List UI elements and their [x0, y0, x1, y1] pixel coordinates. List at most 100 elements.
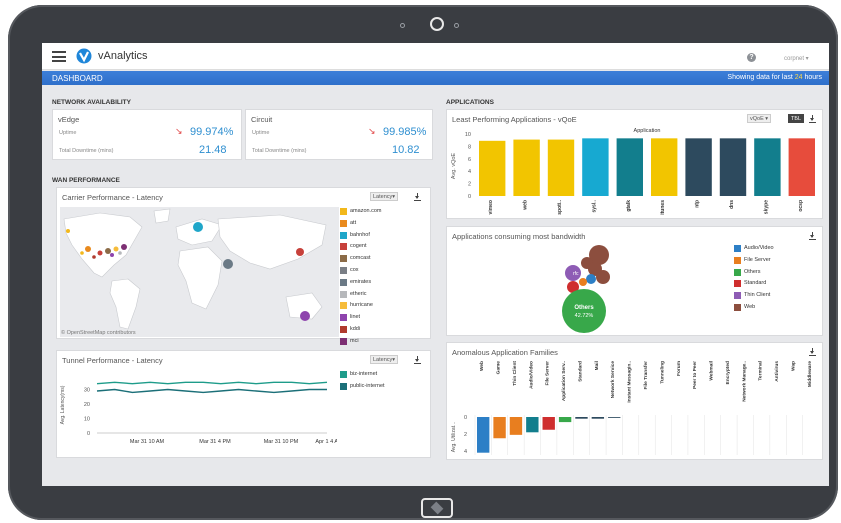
- latency-dropdown[interactable]: Latency▾: [370, 355, 399, 364]
- legend-swatch: [734, 280, 741, 288]
- legend-swatch: [340, 337, 347, 345]
- legend-item[interactable]: etheric: [340, 290, 382, 303]
- map-marker[interactable]: [121, 244, 127, 250]
- legend-swatch: [340, 382, 347, 390]
- bar[interactable]: [719, 138, 747, 196]
- legend-item[interactable]: biz-internet: [340, 371, 385, 383]
- circuit-uptime: 99.985%: [383, 126, 427, 138]
- bar[interactable]: [547, 139, 575, 196]
- map-marker[interactable]: [66, 229, 70, 233]
- legend-label: cogent: [350, 243, 367, 250]
- download-icon[interactable]: [809, 232, 816, 240]
- y-tick-label: 0: [87, 431, 90, 437]
- latency-dropdown[interactable]: Latency▾: [370, 192, 399, 201]
- map-marker[interactable]: [97, 250, 103, 256]
- map-marker[interactable]: [85, 246, 91, 252]
- vqoe-dropdown[interactable]: vQoE ▾: [747, 114, 772, 123]
- legend-item[interactable]: cogent: [340, 243, 382, 255]
- legend-item[interactable]: Others: [734, 268, 774, 281]
- bar[interactable]: [526, 417, 539, 433]
- legend-item[interactable]: att: [340, 219, 382, 232]
- x-tick-label: gtalk: [626, 200, 632, 212]
- legend-item[interactable]: Thin Client: [734, 292, 774, 304]
- legend-item[interactable]: linet: [340, 314, 382, 326]
- map-marker[interactable]: [80, 251, 84, 255]
- map-marker[interactable]: [118, 251, 122, 255]
- legend-label: Standard: [744, 280, 767, 287]
- series-line[interactable]: [96, 381, 328, 385]
- table-toggle-button[interactable]: ТБL: [788, 114, 805, 123]
- legend-item[interactable]: comcast: [340, 255, 382, 267]
- home-button[interactable]: [421, 498, 453, 518]
- bubble-audio-video[interactable]: [586, 274, 596, 284]
- bar[interactable]: [558, 417, 572, 423]
- legend-item[interactable]: File Server: [734, 256, 774, 269]
- circuit-card[interactable]: Circuit Uptime ↘ 99.985% Total Downtime …: [245, 109, 433, 160]
- anomalous-chart[interactable]: Avg. Utilizat... 0 2 4 Web Game Thin Client Aud…: [447, 355, 824, 461]
- x-tick-label: Mail: [594, 361, 600, 370]
- hamburger-menu-icon[interactable]: [52, 51, 66, 62]
- download-icon[interactable]: [809, 115, 816, 123]
- map-marker[interactable]: [296, 248, 304, 256]
- legend-swatch: [340, 302, 347, 310]
- legend-item[interactable]: cox: [340, 266, 382, 279]
- legend-item[interactable]: mci: [340, 337, 382, 350]
- legend-item[interactable]: bahnhof: [340, 231, 382, 244]
- legend-item[interactable]: kddi: [340, 325, 382, 338]
- bar[interactable]: [754, 138, 781, 196]
- series-line[interactable]: [96, 388, 327, 394]
- legend-swatch: [340, 219, 347, 227]
- tunnel-title: Tunnel Performance - Latency: [62, 356, 163, 365]
- bar[interactable]: [479, 140, 506, 196]
- legend-item[interactable]: Standard: [734, 280, 774, 292]
- bar[interactable]: [542, 417, 555, 430]
- legend-item[interactable]: Audio/Video: [734, 245, 774, 257]
- tunnel-chart[interactable]: Avg. Latency(ms) 0 10 20 30 Mar 31 10 AM Mar 3…: [57, 365, 337, 459]
- legend-item[interactable]: emirates: [340, 278, 382, 291]
- download-icon[interactable]: [414, 193, 421, 201]
- vedge-card[interactable]: vEdge Uptime ↘ 99.974% Total Downtime (m…: [52, 109, 242, 160]
- x-tick-label: Mar 31 10 AM: [130, 439, 165, 445]
- bar[interactable]: [651, 138, 678, 196]
- bubble-web[interactable]: [596, 270, 610, 284]
- bandwidth-bubbles[interactable]: rfc Others 42.72%: [547, 239, 647, 337]
- bar[interactable]: [513, 139, 540, 196]
- user-menu[interactable]: corpnet ▾: [784, 55, 809, 62]
- legend-item[interactable]: amazon.com: [340, 208, 382, 220]
- bar[interactable]: [788, 138, 815, 196]
- bar[interactable]: [509, 417, 523, 435]
- map-marker[interactable]: [92, 255, 96, 259]
- bar[interactable]: [582, 138, 609, 196]
- bar[interactable]: [477, 417, 490, 453]
- bar[interactable]: [608, 417, 621, 418]
- legend-swatch: [734, 256, 741, 264]
- bubble-file-server[interactable]: [579, 278, 587, 286]
- legend-item[interactable]: public-internet: [340, 382, 385, 395]
- map-marker[interactable]: [113, 246, 119, 252]
- bar[interactable]: [591, 417, 605, 419]
- legend-item[interactable]: Web: [734, 303, 774, 316]
- download-icon[interactable]: [414, 356, 421, 364]
- carrier-title: Carrier Performance - Latency: [62, 193, 163, 202]
- map-marker[interactable]: [110, 253, 114, 257]
- legend-label: comcast: [350, 255, 371, 262]
- map-marker[interactable]: [300, 311, 310, 321]
- x-tick-label: File Transfer: [643, 361, 649, 390]
- bar[interactable]: [685, 138, 712, 196]
- map-marker[interactable]: [223, 259, 233, 269]
- wan-performance-heading: WAN PERFORMANCE: [52, 177, 120, 184]
- bar[interactable]: [575, 417, 588, 419]
- map-marker[interactable]: [105, 248, 111, 254]
- help-icon[interactable]: ?: [747, 53, 756, 62]
- legend-item[interactable]: hurricane: [340, 302, 382, 314]
- bubble-others[interactable]: [562, 289, 606, 333]
- network-availability-heading: NETWORK AVAILABILITY: [52, 99, 131, 106]
- map-marker[interactable]: [193, 222, 203, 232]
- bar[interactable]: [616, 138, 643, 196]
- tunnel-latency-card: Tunnel Performance - Latency Latency▾ bi…: [56, 350, 431, 458]
- least-chart[interactable]: Avg. vQoE Application 0 2 4 6 8 10 vimeo web spoti…: [447, 126, 824, 220]
- time-range[interactable]: Showing data for last 24 hours: [727, 74, 822, 81]
- legend-label: emirates: [350, 278, 372, 285]
- y-tick-label: 6: [468, 157, 471, 163]
- bar[interactable]: [493, 417, 506, 439]
